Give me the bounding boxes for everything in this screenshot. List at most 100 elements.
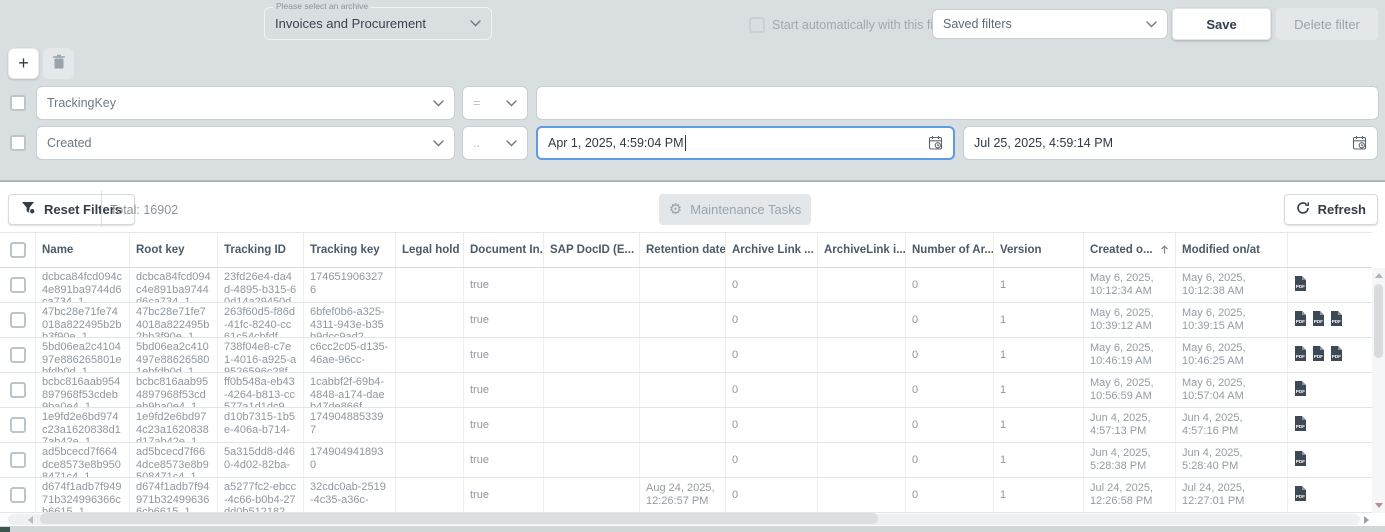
pdf-file-icon[interactable]: PDF: [1312, 346, 1325, 365]
pdf-file-icon[interactable]: PDF: [1294, 416, 1307, 435]
cell-document_in: true: [464, 408, 544, 442]
pdf-file-icon[interactable]: PDF: [1294, 451, 1307, 470]
cell-root_key: ad5bcecd7f664dce8573e8b9508471c4_1: [130, 443, 218, 477]
chevron-down-icon: [506, 140, 517, 147]
column-header-document_in[interactable]: Document In...: [464, 233, 544, 267]
calendar-clock-icon[interactable]: [928, 135, 943, 151]
condition-1-checkbox[interactable]: [10, 95, 26, 111]
column-header-version[interactable]: Version: [994, 233, 1084, 267]
cell-created_on: May 6, 2025, 10:56:59 AM: [1084, 373, 1176, 407]
condition-1-field-select[interactable]: TrackingKey: [36, 86, 455, 120]
cell-archive_link: 0: [726, 268, 818, 302]
date-from-input[interactable]: Apr 1, 2025, 4:59:04 PM: [536, 126, 955, 160]
column-header-number_of_ar[interactable]: Number of Ar...: [906, 233, 994, 267]
condition-1-operator-select[interactable]: =: [462, 86, 528, 120]
cell-root_key: dcbca84fcd094c4e891ba9744d6ca734_1: [130, 268, 218, 302]
row-select-cell: [0, 268, 36, 302]
start-automatically-checkbox[interactable]: [749, 17, 765, 33]
select-all-checkbox[interactable]: [10, 242, 26, 258]
scroll-down-arrow-icon[interactable]: [1375, 503, 1383, 508]
vertical-scrollbar-thumb[interactable]: [1374, 284, 1383, 358]
delete-filter-button[interactable]: Delete filter: [1276, 8, 1378, 40]
pdf-file-icon[interactable]: PDF: [1294, 276, 1307, 295]
cell-document_in: true: [464, 478, 544, 512]
saved-filters-select[interactable]: Saved filters: [932, 9, 1168, 39]
pdf-file-icon[interactable]: PDF: [1294, 381, 1307, 400]
cell-document_in: true: [464, 373, 544, 407]
scroll-left-arrow-icon[interactable]: [28, 516, 33, 524]
horizontal-scrollbar[interactable]: [0, 513, 1372, 526]
pdf-file-icon[interactable]: PDF: [1294, 346, 1307, 365]
scroll-up-arrow-icon[interactable]: [1375, 273, 1383, 278]
column-header-root_key[interactable]: Root key: [130, 233, 218, 267]
plus-icon: +: [18, 53, 29, 74]
cell-tracking_key: 1749048853397: [304, 408, 396, 442]
pdf-file-icon[interactable]: PDF: [1294, 486, 1307, 505]
row-checkbox[interactable]: [10, 347, 26, 363]
column-header-label: Tracking ID: [224, 244, 286, 256]
column-header-tracking_key[interactable]: Tracking key: [304, 233, 396, 267]
column-header-modified_on[interactable]: Modified on/at: [1176, 233, 1288, 267]
cell-version: 1: [994, 338, 1084, 372]
condition-2-checkbox[interactable]: [10, 135, 26, 151]
pdf-file-icon[interactable]: PDF: [1330, 311, 1343, 330]
row-checkbox[interactable]: [10, 312, 26, 328]
svg-text:PDF: PDF: [1296, 354, 1305, 359]
column-header-sap_docid[interactable]: SAP DocID (E...: [544, 233, 640, 267]
cell-number_of_ar: 0: [906, 268, 994, 302]
add-condition-button[interactable]: +: [8, 48, 39, 79]
cell-retention_date: [640, 268, 726, 302]
column-header-legal_hold[interactable]: Legal hold: [396, 233, 464, 267]
column-header-retention_date[interactable]: Retention date: [640, 233, 726, 267]
archive-select[interactable]: Please select an archive Invoices and Pr…: [264, 7, 492, 40]
vertical-scrollbar[interactable]: [1372, 268, 1385, 513]
table-row[interactable]: ad5bcecd7f664dce8573e8b9508471c4_1ad5bce…: [0, 443, 1372, 478]
pdf-file-icon[interactable]: PDF: [1330, 346, 1343, 365]
column-header-created_on[interactable]: Created o...: [1084, 233, 1176, 267]
condition-2-operator-select[interactable]: ..: [462, 126, 528, 160]
chevron-down-icon: [433, 100, 444, 107]
table-row[interactable]: 47bc28e71fe74018a822495b2bb3f90e_147bc28…: [0, 303, 1372, 338]
pdf-file-icon[interactable]: PDF: [1294, 311, 1307, 330]
cell-modified_on: Jun 4, 2025, 4:57:16 PM: [1176, 408, 1288, 442]
cell-legal_hold: [396, 303, 464, 337]
cell-modified_on: May 6, 2025, 10:57:04 AM: [1176, 373, 1288, 407]
column-header-name[interactable]: Name: [36, 233, 130, 267]
column-header-archive_link[interactable]: Archive Link ...: [726, 233, 818, 267]
table-row[interactable]: d674f1adb7f94971b324996366cb6615_1d674f1…: [0, 478, 1372, 513]
cell-sap_docid: [544, 478, 640, 512]
cell-created_on: May 6, 2025, 10:46:19 AM: [1084, 338, 1176, 372]
cell-archive_link: 0: [726, 443, 818, 477]
start-automatically-label: Start automatically with this filter: [772, 18, 951, 32]
row-checkbox[interactable]: [10, 417, 26, 433]
calendar-clock-icon[interactable]: [1352, 135, 1367, 151]
condition-2-field-select[interactable]: Created: [36, 126, 455, 160]
cell-archive_link: 0: [726, 478, 818, 512]
date-to-input[interactable]: Jul 25, 2025, 4:59:14 PM: [963, 126, 1378, 160]
horizontal-scrollbar-thumb[interactable]: [40, 513, 878, 524]
maintenance-tasks-button[interactable]: ⚙ Maintenance Tasks: [659, 194, 811, 225]
row-checkbox[interactable]: [10, 382, 26, 398]
row-checkbox[interactable]: [10, 487, 26, 503]
column-header-label: Created o...: [1090, 244, 1153, 256]
column-header-tracking_id[interactable]: Tracking ID: [218, 233, 304, 267]
scroll-right-arrow-icon[interactable]: [1364, 516, 1369, 524]
save-button[interactable]: Save: [1172, 8, 1271, 40]
condition-1-value-input[interactable]: [536, 86, 1379, 120]
row-checkbox[interactable]: [10, 452, 26, 468]
cell-retention_date: [640, 443, 726, 477]
table-row[interactable]: 5bd06ea2c410497e886265801ebfdb0d_15bd06e…: [0, 338, 1372, 373]
refresh-button[interactable]: Refresh: [1284, 194, 1378, 225]
row-checkbox[interactable]: [10, 277, 26, 293]
cell-root_key: 47bc28e71fe74018a822495b2bb3f90e_1: [130, 303, 218, 337]
delete-condition-button[interactable]: [43, 48, 74, 79]
cell-tracking_key: 1749049418930: [304, 443, 396, 477]
table-row[interactable]: bcbc816aab954897968f53cdeb9ba0e4_1bcbc81…: [0, 373, 1372, 408]
svg-text:PDF: PDF: [1332, 319, 1341, 324]
table-row[interactable]: 1e9fd2e6bd974c23a1620838d17ab42e_11e9fd2…: [0, 408, 1372, 443]
column-header-archivelink_i[interactable]: ArchiveLink i...: [818, 233, 906, 267]
table-row[interactable]: dcbca84fcd094c4e891ba9744d6ca734_1dcbca8…: [0, 268, 1372, 303]
cell-retention_date: [640, 373, 726, 407]
column-header-label: Root key: [136, 244, 185, 256]
pdf-file-icon[interactable]: PDF: [1312, 311, 1325, 330]
